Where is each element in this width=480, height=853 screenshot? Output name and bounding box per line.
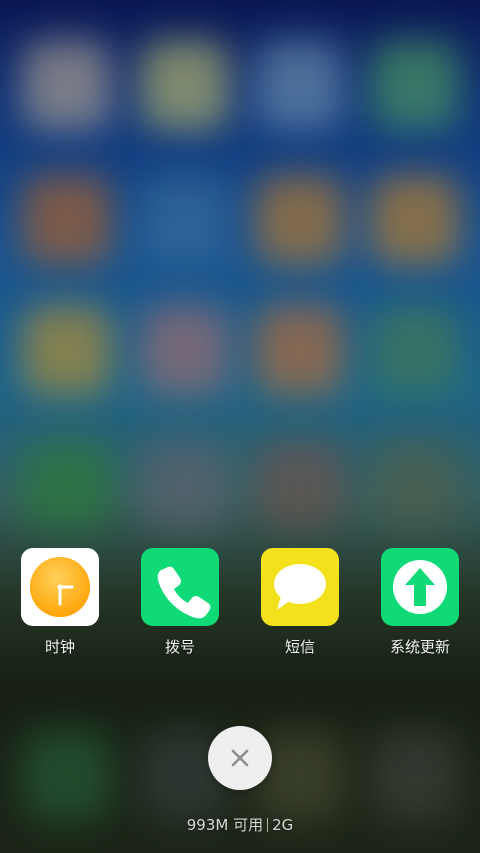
memory-total-text: 2G — [272, 816, 294, 834]
recent-app-label: 短信 — [284, 638, 315, 656]
recent-app-dialer[interactable]: 拨号 — [125, 548, 235, 657]
recent-apps-row: 时钟 拨号 短信 系统更新 — [0, 548, 480, 668]
up-arrow-icon-graphic — [393, 560, 447, 614]
memory-status: 993M 可用 2G — [0, 814, 480, 835]
recent-app-system-update[interactable]: 系统更新 — [365, 548, 475, 657]
phone-icon — [141, 548, 219, 626]
recent-app-label: 时钟 — [44, 638, 75, 656]
memory-separator — [267, 818, 269, 832]
phone-icon-graphic — [157, 566, 211, 619]
up-arrow-icon — [381, 548, 459, 626]
clear-all-recents-button[interactable] — [208, 726, 272, 790]
recent-app-clock[interactable]: 时钟 — [5, 548, 115, 657]
close-icon — [231, 749, 249, 767]
clock-icon — [21, 548, 99, 626]
recent-app-messages[interactable]: 短信 — [245, 548, 355, 657]
message-bubble-icon-graphic — [274, 564, 326, 610]
recent-app-label: 系统更新 — [389, 638, 450, 656]
message-bubble-icon — [261, 548, 339, 626]
recent-app-label: 拨号 — [164, 638, 195, 656]
memory-available-text: 993M 可用 — [186, 816, 264, 834]
clock-icon-graphic — [30, 557, 90, 617]
